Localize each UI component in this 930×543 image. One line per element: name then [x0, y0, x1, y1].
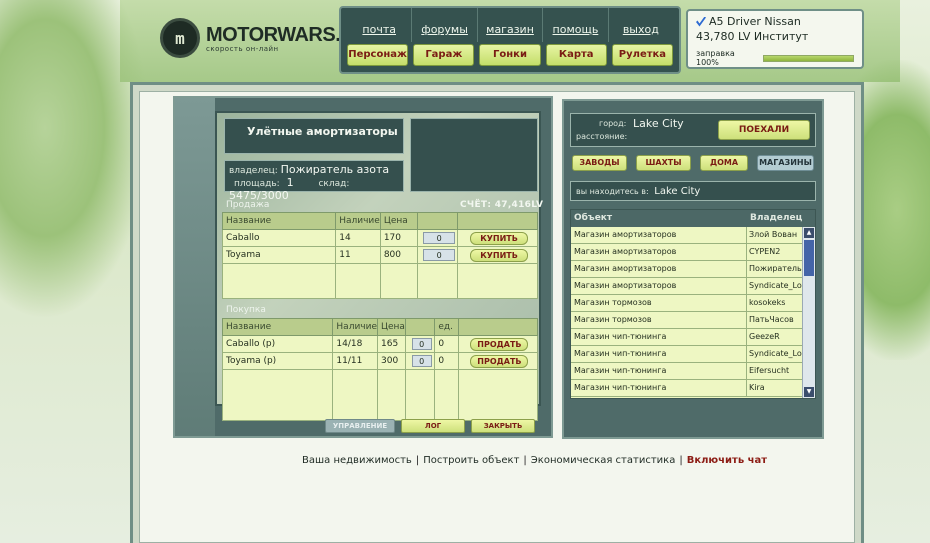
nav-link-logout[interactable]: выход — [609, 8, 673, 42]
buy-table-header: Название Наличие Цена ед. — [221, 318, 539, 336]
nav-button-map[interactable]: Карта — [545, 44, 607, 66]
table-row: Toyama (р) 11/11 300 0 0 ПРОДАТЬ — [221, 352, 539, 370]
table-row[interactable]: Магазин амортизаторов Злой Вован — [571, 227, 815, 244]
scroll-thumb[interactable] — [804, 240, 814, 276]
tab-factories[interactable]: ЗАВОДЫ — [572, 155, 627, 171]
objects-table-header: Объект Владелец — [571, 210, 815, 227]
quantity-input[interactable]: 0 — [423, 249, 456, 261]
col-stock: Наличие — [335, 212, 381, 230]
objects-scrollbar[interactable]: ▲ ▼ — [802, 227, 815, 398]
close-button[interactable]: ЗАКРЫТЬ — [471, 419, 535, 433]
top-navigation: почта форумы магазин помощь выход Персон… — [339, 6, 681, 74]
user-car[interactable]: A5 Driver Nissan — [709, 15, 801, 28]
table-row[interactable]: Магазин тормозов kosokeks — [571, 295, 815, 312]
fuel-label: заправка 100% — [696, 49, 735, 67]
table-row[interactable]: Магазин амортизаторов Syndicate_Lov — [571, 278, 815, 295]
current-location: вы находитесь в: Lake City — [570, 181, 816, 201]
tab-mines[interactable]: ШАХТЫ — [636, 155, 691, 171]
objects-table: Объект Владелец Магазин амортизаторов Зло… — [570, 209, 816, 399]
warehouse-label: склад: — [318, 179, 350, 189]
site-logo[interactable]: m MOTORWARS.RU скорость он-лайн — [160, 18, 369, 58]
quantity-input[interactable]: 0 — [411, 338, 432, 350]
shop-area: 1 — [286, 176, 294, 189]
tab-shops[interactable]: МАГАЗИНЫ — [757, 155, 814, 171]
footer-links: Ваша недвижимость | Построить объект | Эконо… — [302, 455, 768, 466]
shop-owner[interactable]: Пожиратель азота — [281, 163, 389, 176]
here-label: вы находитесь в: — [576, 187, 649, 196]
scroll-down-icon[interactable]: ▼ — [804, 387, 814, 397]
buy-button[interactable]: КУПИТЬ — [470, 248, 529, 262]
city-label: город: — [599, 119, 627, 128]
go-button[interactable]: ПОЕХАЛИ — [718, 120, 810, 140]
col-price: Цена — [377, 318, 406, 336]
fuel-bar-fill — [763, 55, 853, 61]
shop-owner-box: владелец: Пожиратель азота площадь: 1 ск… — [224, 160, 404, 202]
link-economic-stats[interactable]: Экономическая статистика — [531, 455, 676, 466]
sell-button[interactable]: ПРОДАТЬ — [470, 354, 529, 368]
link-your-property[interactable]: Ваша недвижимость — [302, 455, 412, 466]
sale-section-title: Продажа — [226, 200, 270, 210]
col-name: Название — [221, 212, 337, 230]
user-money: 43,780 LV Институт — [696, 30, 809, 43]
table-row[interactable]: Магазин чип-тюнинга Syndicate_Lov — [571, 346, 815, 363]
tab-houses[interactable]: ДОМА — [700, 155, 748, 171]
buy-button[interactable]: КУПИТЬ — [470, 231, 529, 245]
user-info-panel: A5 Driver Nissan 43,780 LV Институт запр… — [686, 9, 864, 69]
nav-button-roulette[interactable]: Рулетка — [611, 44, 674, 66]
col-stock: Наличие — [332, 318, 378, 336]
logo-icon: m — [160, 18, 200, 58]
table-row: Caballo 14 170 0 КУПИТЬ — [221, 229, 538, 247]
owner-label: владелец: — [229, 166, 278, 176]
table-row[interactable]: Магазин амортизаторов Пожиратель а — [571, 261, 815, 278]
col-object: Объект — [574, 213, 613, 223]
nav-link-shop[interactable]: магазин — [478, 8, 544, 42]
nav-button-races[interactable]: Гонки — [479, 44, 541, 66]
fuel-bar — [762, 54, 854, 62]
table-row: Caballo (р) 14/18 165 0 0 ПРОДАТЬ — [221, 335, 539, 353]
shop-actions: УПРАВЛЕНИЕ ЛОГ ЗАКРЫТЬ — [325, 419, 535, 433]
table-row[interactable]: Магазин чип-тюнинга Eifersucht — [571, 363, 815, 380]
col-name: Название — [221, 318, 334, 336]
nav-link-help[interactable]: помощь — [543, 8, 609, 42]
here-city: Lake City — [654, 186, 701, 197]
nav-link-forums[interactable]: форумы — [412, 8, 478, 42]
table-row[interactable]: Магазин чип-тюнинга GeezeR — [571, 329, 815, 346]
col-price: Цена — [379, 212, 419, 230]
scroll-up-icon[interactable]: ▲ — [804, 228, 814, 238]
link-build-object[interactable]: Построить объект — [423, 455, 519, 466]
background-splash-left — [0, 0, 150, 320]
account-score: СЧЁТ: 47,416LV — [460, 200, 544, 210]
distance-label: расстояние: — [576, 132, 628, 141]
sell-button[interactable]: ПРОДАТЬ — [470, 337, 529, 351]
nav-link-mail[interactable]: почта — [347, 8, 413, 42]
area-label: площадь: — [234, 179, 280, 189]
sale-table: Название Наличие Цена Caballo 14 170 0 К… — [221, 212, 538, 299]
quantity-input[interactable]: 0 — [411, 355, 432, 367]
city-name: Lake City — [633, 117, 684, 130]
log-button[interactable]: ЛОГ — [401, 419, 465, 433]
check-icon — [696, 16, 706, 27]
nav-button-garage[interactable]: Гараж — [413, 44, 475, 66]
col-owner: Владелец — [750, 213, 803, 223]
category-tabs: ЗАВОДЫ ШАХТЫ ДОМА МАГАЗИНЫ — [572, 155, 814, 171]
table-row[interactable]: Магазин чип-тюнинга Kira — [571, 380, 815, 397]
buy-table: Название Наличие Цена ед. Caballo (р) 14… — [221, 318, 539, 421]
manage-button[interactable]: УПРАВЛЕНИЕ — [325, 419, 395, 433]
table-row[interactable]: Магазин тормозов ПатьЧасов — [571, 312, 815, 329]
nav-button-character[interactable]: Персонаж — [347, 44, 409, 66]
sale-table-header: Название Наличие Цена — [221, 212, 538, 230]
table-row: Toyama 11 800 0 КУПИТЬ — [221, 246, 538, 264]
buy-section-title: Покупка — [226, 305, 266, 315]
quantity-input[interactable]: 0 — [423, 232, 456, 244]
shop-image — [410, 118, 538, 192]
shop-name: Улётные амортизаторы — [224, 118, 404, 154]
link-enable-chat[interactable]: Включить чат — [687, 455, 767, 466]
col-unit: ед. — [434, 318, 459, 336]
table-row[interactable]: Магазин амортизаторов CYPEN2 — [571, 244, 815, 261]
